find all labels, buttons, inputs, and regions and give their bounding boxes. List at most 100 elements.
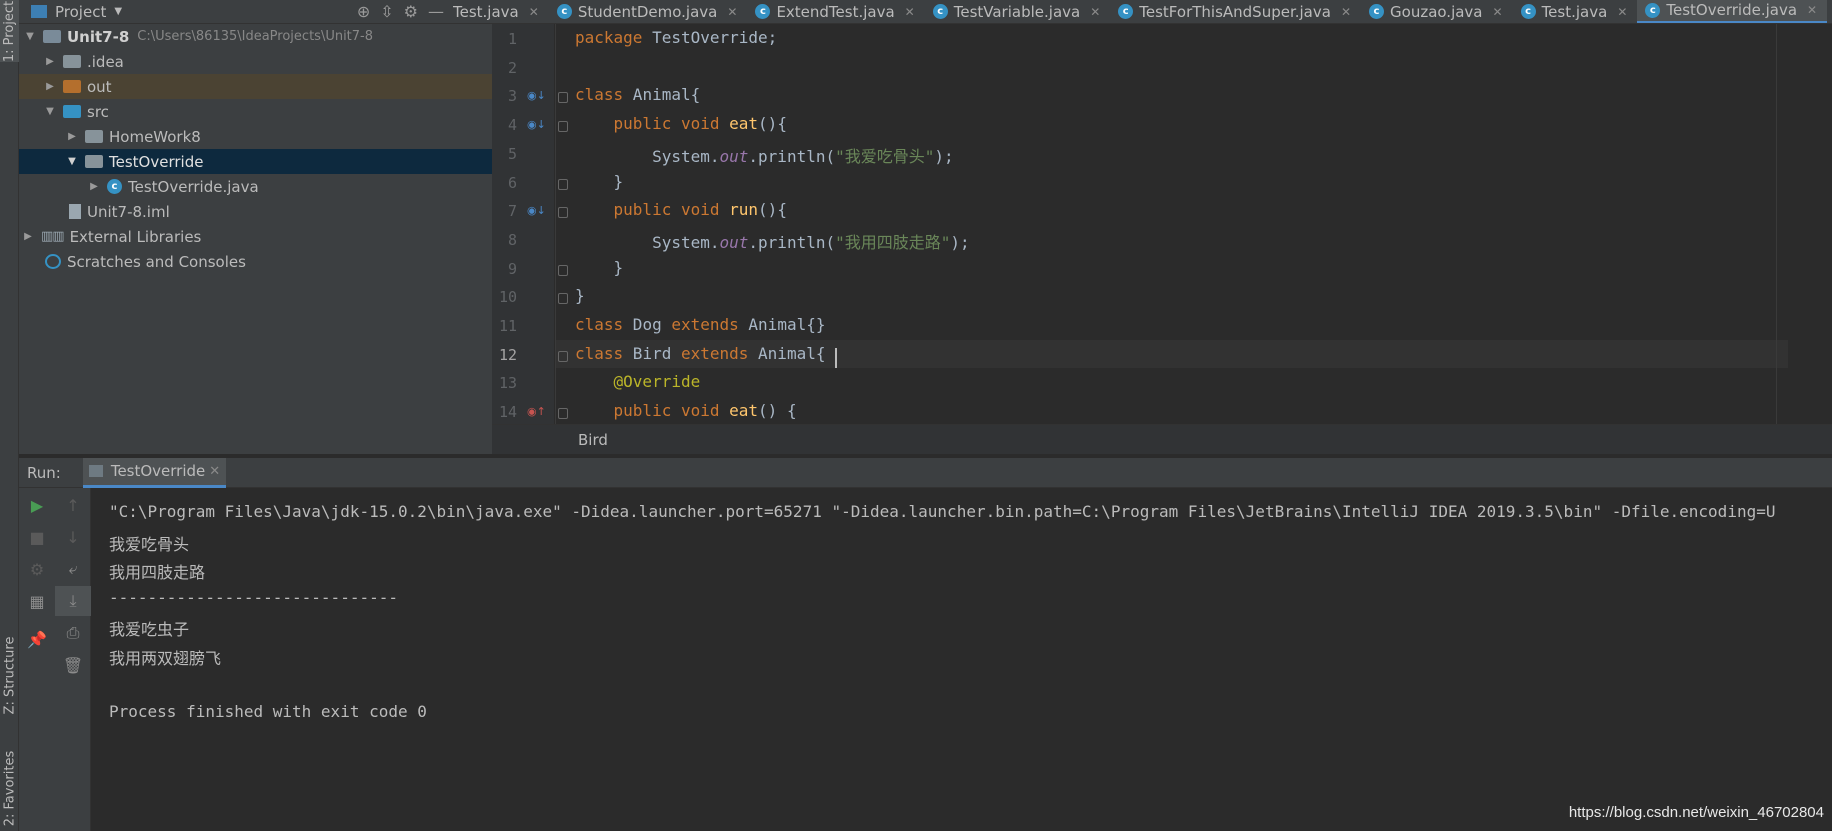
editor-tab-label: TestOverride.java [1666, 1, 1798, 19]
fold-icon[interactable] [558, 264, 568, 276]
arrow-down-icon[interactable]: ↓ [55, 522, 91, 552]
code-line[interactable]: } [575, 172, 624, 191]
chevron-right-icon[interactable]: ▶ [21, 231, 35, 242]
overridden-method-icon[interactable]: ◉↓ [527, 89, 546, 102]
project-panel-title[interactable]: Project [55, 3, 106, 21]
code-token: System. [575, 146, 720, 166]
class-icon: c [1369, 4, 1385, 19]
fold-icon[interactable] [558, 293, 568, 305]
overridden-method-icon[interactable]: ◉↓ [527, 118, 546, 131]
sidebar-tab-structure[interactable]: Z: Structure [0, 620, 19, 730]
fold-icon[interactable] [558, 207, 568, 219]
close-icon[interactable]: ✕ [1493, 5, 1503, 19]
line-number: 7 [507, 202, 517, 221]
fold-icon[interactable] [558, 92, 568, 104]
gear-icon[interactable]: ⚙ [404, 2, 418, 21]
code-line[interactable]: public void eat(){ [575, 114, 787, 133]
arrow-up-icon[interactable]: ↑ [55, 490, 91, 520]
tree-item-testoverride-package[interactable]: ▼ TestOverride [19, 149, 492, 174]
soft-wrap-icon[interactable]: ⤶ [55, 554, 91, 584]
scroll-to-end-icon[interactable]: ⤓ [55, 586, 91, 616]
code-line[interactable]: @Override [575, 372, 701, 392]
sidebar-tab-favorites[interactable]: 2: Favorites [0, 748, 19, 828]
editor-tab-label: Gouzao.java [1390, 2, 1483, 21]
chevron-down-icon[interactable]: ▼ [23, 31, 37, 42]
close-icon[interactable]: ✕ [1090, 5, 1100, 19]
tree-item-homework8[interactable]: ▶ HomeWork8 [19, 124, 492, 149]
line-number: 12 [498, 345, 517, 364]
close-icon[interactable]: ✕ [727, 5, 737, 19]
code-line[interactable]: } [575, 258, 624, 277]
fold-icon[interactable] [558, 178, 568, 190]
line-number: 4 [507, 116, 517, 135]
scratches-icon [45, 254, 61, 269]
rerun-icon[interactable]: ▶ [19, 490, 55, 520]
code-line[interactable]: public void eat() { [575, 401, 797, 420]
layout-icon[interactable]: ▦ [19, 586, 55, 616]
chevron-down-icon[interactable]: ▼ [43, 106, 57, 117]
editor-tab[interactable]: c ExtendTest.java ✕ [747, 0, 924, 23]
code-line[interactable]: public void run(){ [575, 200, 787, 219]
code-token: Animal{ [748, 343, 826, 363]
overridden-method-icon[interactable]: ◉↓ [527, 204, 546, 217]
code-line[interactable]: class Dog extends Animal{} [575, 315, 825, 334]
fold-icon[interactable] [558, 350, 568, 362]
close-icon[interactable]: ✕ [1617, 5, 1627, 19]
pin-icon[interactable]: 📌 [19, 624, 55, 654]
locate-icon[interactable]: ⊕ [357, 2, 370, 21]
close-icon[interactable]: ✕ [1807, 3, 1817, 17]
chevron-down-icon[interactable]: ▼ [114, 6, 122, 17]
fold-icon[interactable] [558, 408, 568, 420]
chevron-right-icon[interactable]: ▶ [87, 181, 101, 192]
close-icon[interactable]: ✕ [905, 5, 915, 19]
editor-tab[interactable]: c TestVariable.java ✕ [925, 0, 1111, 23]
chevron-down-icon[interactable]: ▼ [65, 156, 79, 167]
stop-icon[interactable]: ■ [19, 522, 55, 552]
code-token: @Override [613, 372, 701, 392]
chevron-right-icon[interactable]: ▶ [43, 56, 57, 67]
left-tool-strip: 1: Project Z: Structure 2: Favorites [0, 0, 19, 831]
editor-tab[interactable]: c TestForThisAndSuper.java ✕ [1110, 0, 1361, 23]
run-tab[interactable]: TestOverride ✕ [82, 457, 227, 488]
editor-tab[interactable]: c TestOverride.java ✕ [1637, 0, 1828, 23]
breadcrumb-item[interactable]: Bird [578, 431, 608, 449]
fold-icon[interactable] [558, 121, 568, 133]
tree-item-scratches[interactable]: Scratches and Consoles [19, 249, 492, 274]
code-line[interactable]: package TestOverride; [575, 28, 777, 47]
close-icon[interactable]: ✕ [209, 464, 220, 479]
tree-item-idea[interactable]: ▶ .idea [19, 49, 492, 74]
restore-layout-icon[interactable]: ⚙ [19, 554, 55, 584]
sidebar-tab-project[interactable]: 1: Project [0, 0, 19, 62]
trash-icon[interactable]: 🗑 [55, 650, 91, 680]
code-line[interactable]: } [575, 286, 585, 305]
code-line[interactable]: class Animal{ [575, 85, 700, 104]
tree-item-root[interactable]: ▼ Unit7-8 C:\Users\86135\IdeaProjects\Un… [19, 24, 492, 49]
sidebar-tab-structure-label: Z: Structure [2, 636, 17, 714]
close-icon[interactable]: ✕ [1341, 5, 1351, 19]
tree-item-src[interactable]: ▼ src [19, 99, 492, 124]
editor-tab[interactable]: c StudentDemo.java ✕ [549, 0, 748, 23]
overriding-method-icon[interactable]: ◉↑ [527, 405, 546, 418]
collapse-all-icon[interactable]: ⇳ [380, 2, 393, 21]
code-line[interactable]: System.out.println("我爱吃骨头"); [575, 143, 954, 167]
print-icon[interactable]: ⎙ [55, 618, 91, 648]
console-output[interactable]: "C:\Program Files\Java\jdk-15.0.2\bin\ja… [91, 488, 1832, 831]
chevron-right-icon[interactable]: ▶ [43, 81, 57, 92]
close-icon[interactable]: ✕ [529, 5, 539, 19]
sidebar-tab-favorites-label: 2: Favorites [2, 750, 18, 826]
console-line: 我爱吃骨头 [109, 534, 190, 554]
tree-item-iml[interactable]: Unit7-8.iml [19, 199, 492, 224]
code-line[interactable]: System.out.println("我用四肢走路"); [575, 229, 970, 253]
code-token: (){ [758, 200, 787, 220]
chevron-right-icon[interactable]: ▶ [65, 131, 79, 142]
editor-tab[interactable]: cTest.java✕ [1513, 0, 1638, 23]
tree-item-out[interactable]: ▶ out [19, 74, 492, 99]
tree-item-external-libraries[interactable]: ▶ ▥▥ External Libraries [19, 224, 492, 249]
editor-tab[interactable]: c Gouzao.java ✕ [1361, 0, 1513, 23]
code-line[interactable]: class Bird extends Animal{ [575, 344, 825, 363]
tree-item-label: Scratches and Consoles [67, 252, 246, 271]
editor-tab[interactable]: cTest.java✕ [453, 0, 549, 23]
minimize-icon[interactable]: — [428, 2, 444, 21]
tree-item-testoverride-java[interactable]: ▶ c TestOverride.java [19, 174, 492, 199]
